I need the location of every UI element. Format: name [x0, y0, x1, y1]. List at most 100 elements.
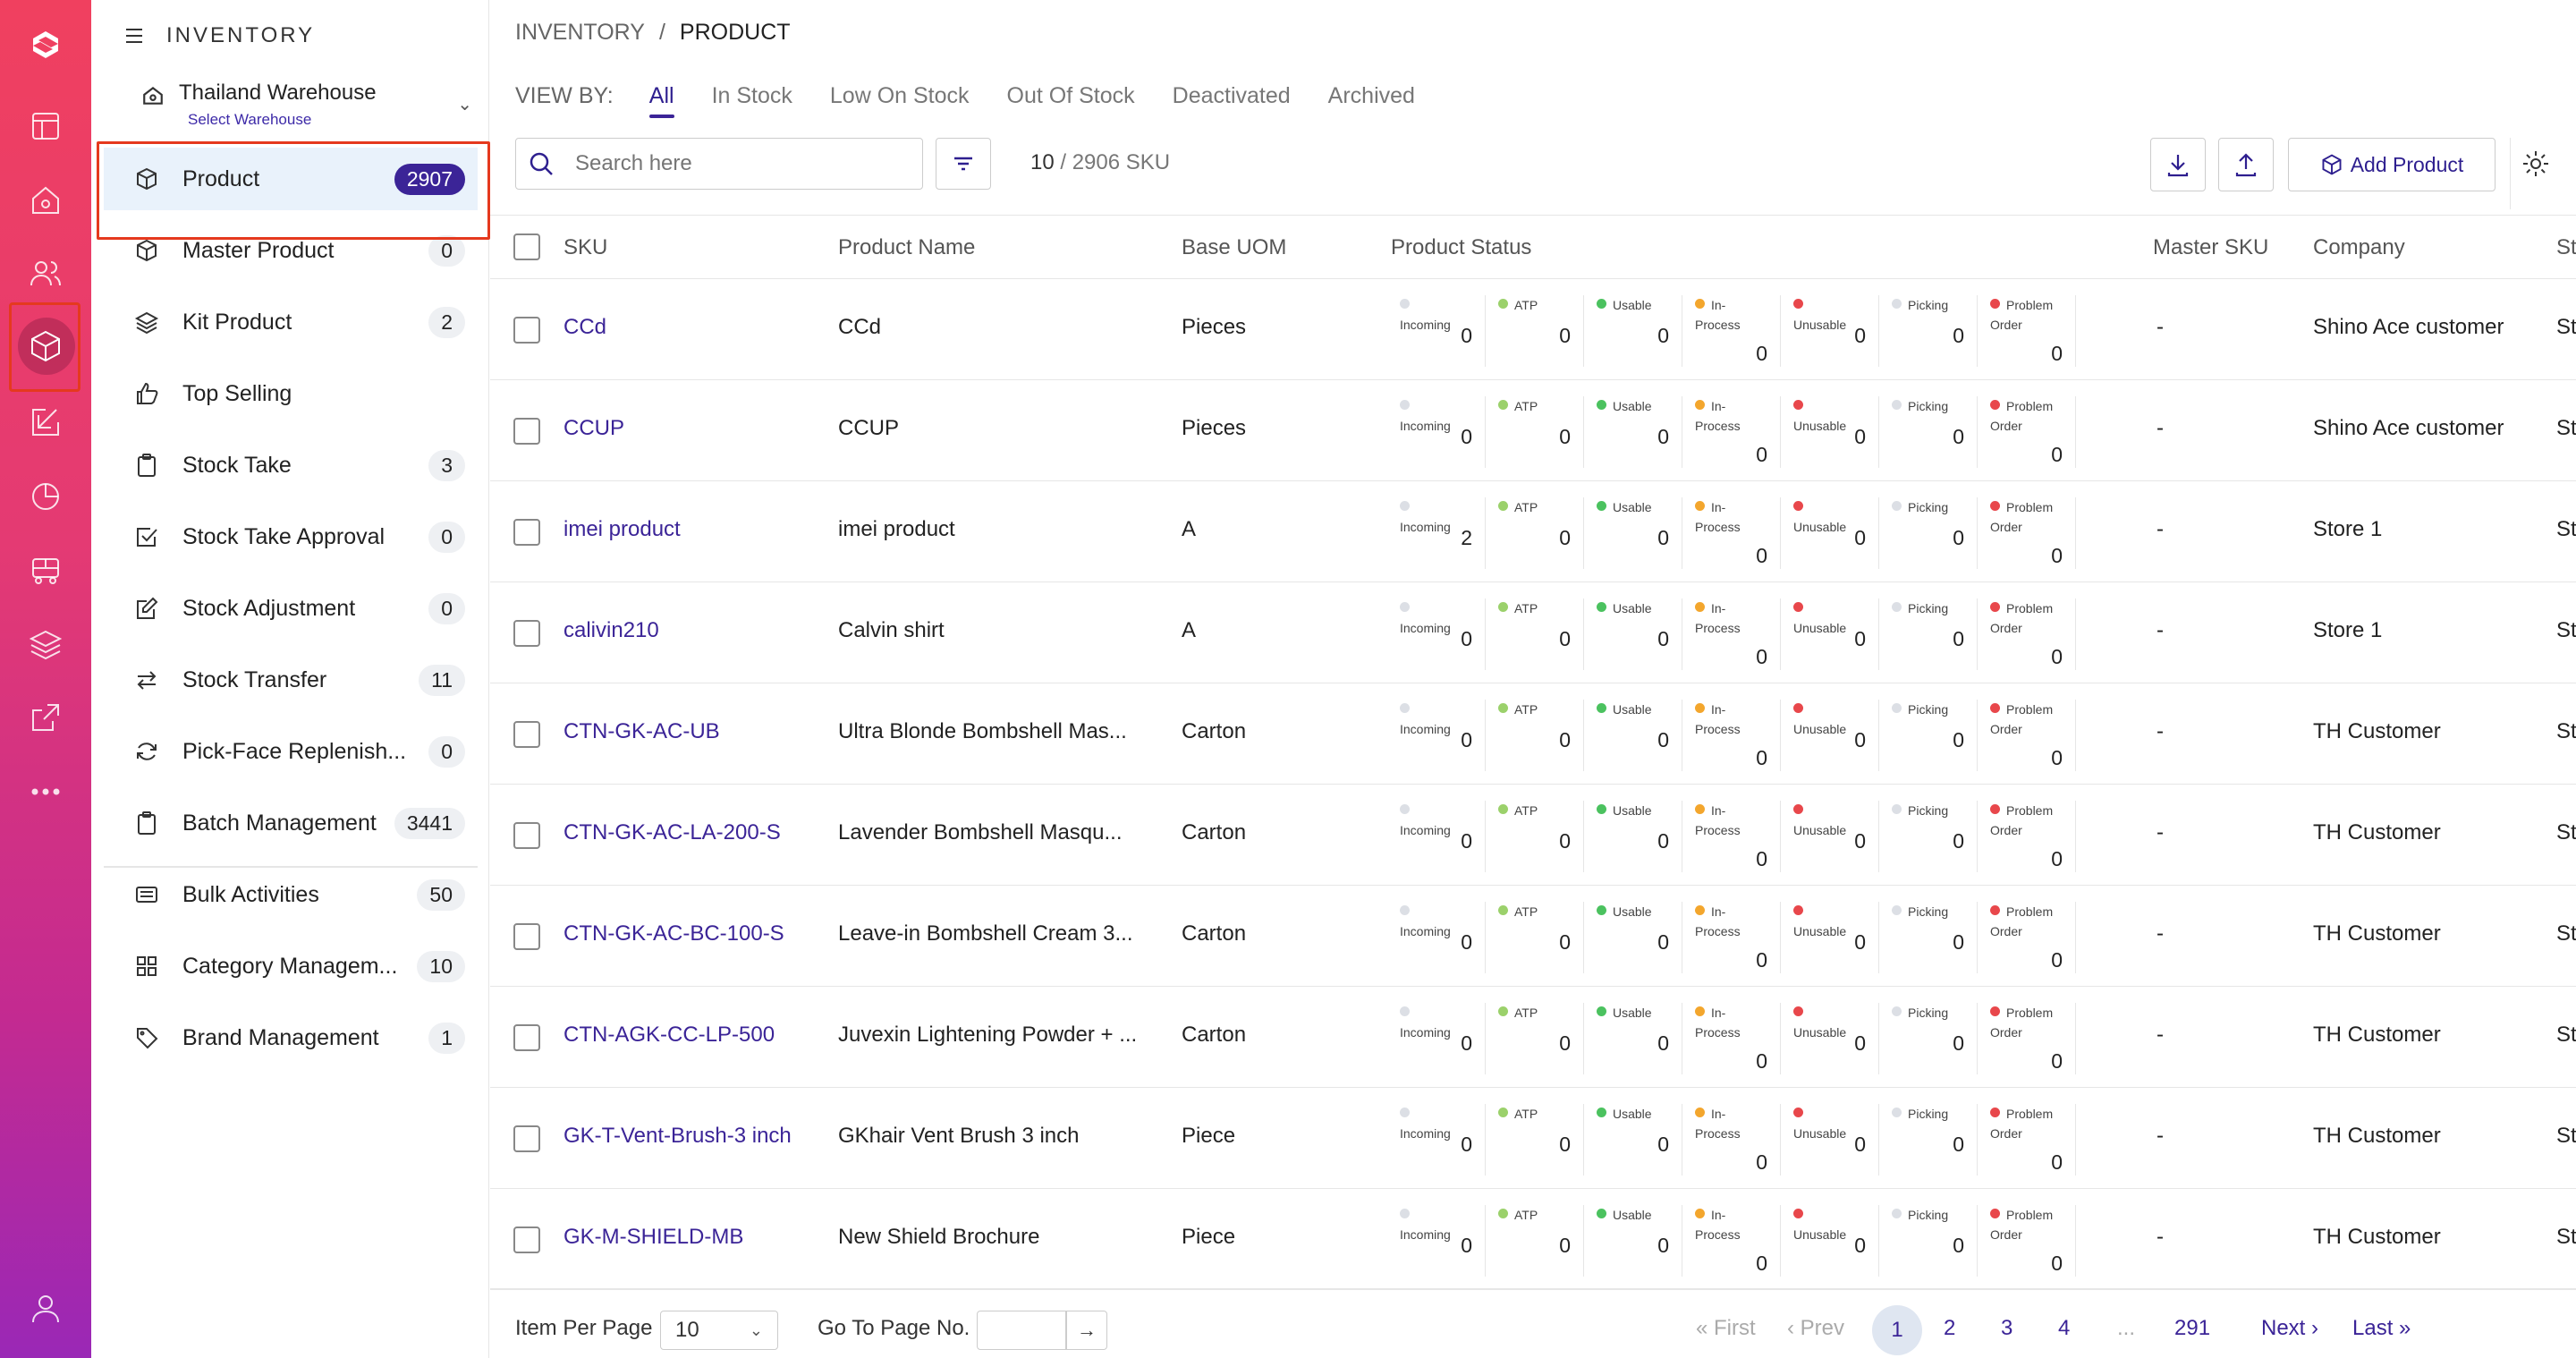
first-page-button[interactable]: « First: [1696, 1316, 1756, 1341]
tab-deactivated[interactable]: Deactivated: [1173, 83, 1291, 118]
table-row[interactable]: CTN-GK-AC-LA-200-S Lavender Bombshell Mas…: [490, 785, 2576, 886]
table-row[interactable]: CTN-AGK-CC-LP-500 Juvexin Lightening Powd…: [490, 987, 2576, 1088]
next-page-button[interactable]: Next ›: [2261, 1316, 2318, 1341]
sku-link[interactable]: CTN-AGK-CC-LP-500: [564, 1023, 823, 1048]
upload-button[interactable]: [2218, 138, 2274, 191]
external-link-icon[interactable]: [21, 693, 70, 742]
profile-icon[interactable]: [21, 1284, 70, 1332]
row-checkbox[interactable]: [513, 519, 540, 546]
master-sku: -: [2157, 416, 2164, 440]
filter-button[interactable]: [936, 138, 991, 190]
menu-icon[interactable]: [123, 25, 145, 47]
status-value: 0: [2051, 645, 2063, 668]
tab-low-on-stock[interactable]: Low On Stock: [830, 83, 970, 118]
col-more[interactable]: St: [2556, 235, 2576, 260]
sidebar-item-batch-management[interactable]: Batch Management 3441: [104, 792, 478, 854]
tab-in-stock[interactable]: In Stock: [712, 83, 792, 118]
status-unusable: Unusable 0: [1784, 1003, 1879, 1074]
last-page-number-button[interactable]: 291: [2174, 1316, 2210, 1341]
sidebar-item-stock-transfer[interactable]: Stock Transfer 11: [104, 649, 478, 711]
chevron-down-icon: ⌄: [457, 95, 472, 115]
status-dot: [1990, 400, 2000, 410]
sku-link[interactable]: imei product: [564, 517, 823, 542]
sku-link[interactable]: CCd: [564, 315, 823, 340]
report-pie-icon[interactable]: [21, 472, 70, 521]
sku-link[interactable]: GK-T-Vent-Brush-3 inch: [564, 1124, 823, 1149]
dashboard-icon[interactable]: [21, 102, 70, 150]
more-dots-icon[interactable]: [21, 768, 70, 816]
layers-icon[interactable]: [21, 620, 70, 668]
status-label-text: Unusable: [1793, 318, 1847, 332]
app-logo-icon[interactable]: [21, 20, 70, 68]
sidebar-item-top-selling[interactable]: Top Selling: [104, 362, 478, 425]
tab-out-of-stock[interactable]: Out Of Stock: [1007, 83, 1135, 118]
tab-all[interactable]: All: [648, 83, 674, 118]
status-atp: ATP 0: [1489, 396, 1584, 468]
col-company[interactable]: Company: [2313, 235, 2405, 260]
row-checkbox[interactable]: [513, 317, 540, 344]
row-checkbox[interactable]: [513, 1125, 540, 1152]
settings-button[interactable]: [2521, 149, 2551, 183]
table-row[interactable]: CTN-GK-AC-UB Ultra Blonde Bombshell Mas..…: [490, 683, 2576, 785]
add-product-button[interactable]: Add Product: [2288, 138, 2496, 191]
sku-link[interactable]: calivin210: [564, 618, 823, 643]
sidebar-item-bulk-activities[interactable]: Bulk Activities 50: [104, 863, 478, 926]
status-dot: [1695, 1108, 1705, 1117]
col-product-name[interactable]: Product Name: [838, 235, 975, 260]
status-label: Usable: [1597, 295, 1661, 315]
col-base-uom[interactable]: Base UOM: [1182, 235, 1286, 260]
row-checkbox[interactable]: [513, 721, 540, 748]
sidebar-item-brand-management[interactable]: Brand Management 1: [104, 1006, 478, 1069]
items-per-page-select[interactable]: 10 ⌄: [660, 1311, 778, 1350]
page-3-button[interactable]: 3: [2001, 1316, 2012, 1341]
row-checkbox[interactable]: [513, 1226, 540, 1253]
prev-page-button[interactable]: ‹ Prev: [1787, 1316, 1844, 1341]
go-to-page-input[interactable]: [977, 1311, 1066, 1350]
sku-link[interactable]: CTN-GK-AC-LA-200-S: [564, 820, 823, 845]
sku-link[interactable]: CCUP: [564, 416, 823, 441]
truck-icon[interactable]: [21, 546, 70, 594]
sku-link[interactable]: CTN-GK-AC-BC-100-S: [564, 921, 823, 946]
sidebar-item-pick-face-replenish[interactable]: Pick-Face Replenish... 0: [104, 720, 478, 783]
table-row[interactable]: imei product imei product A Incoming 2 ATP 0 Us…: [490, 481, 2576, 582]
warehouse-selector[interactable]: Thailand Warehouse Select Warehouse ⌄: [141, 81, 472, 134]
row-checkbox[interactable]: [513, 620, 540, 647]
tab-archived[interactable]: Archived: [1328, 83, 1415, 118]
col-sku[interactable]: SKU: [564, 235, 607, 260]
sidebar-item-kit-product[interactable]: Kit Product 2: [104, 291, 478, 353]
search-input[interactable]: [575, 151, 915, 176]
row-checkbox[interactable]: [513, 923, 540, 950]
warehouse-sub: Select Warehouse: [188, 111, 312, 128]
download-button[interactable]: [2150, 138, 2206, 191]
go-to-page-button[interactable]: →: [1066, 1311, 1107, 1350]
status-dot: [1400, 400, 1410, 410]
table-row[interactable]: CCUP CCUP Pieces Incoming 0 ATP 0 Usable 0 In-Pro…: [490, 380, 2576, 481]
sidebar-item-stock-adjustment[interactable]: Stock Adjustment 0: [104, 577, 478, 640]
page-2-button[interactable]: 2: [1944, 1316, 1955, 1341]
inbound-icon[interactable]: [21, 398, 70, 446]
breadcrumb-root[interactable]: INVENTORY: [515, 20, 645, 46]
page-4-button[interactable]: 4: [2058, 1316, 2070, 1341]
sidebar-item-stock-take[interactable]: Stock Take 3: [104, 434, 478, 497]
select-all-checkbox[interactable]: [513, 233, 540, 260]
row-checkbox[interactable]: [513, 822, 540, 849]
table-row[interactable]: CTN-GK-AC-BC-100-S Leave-in Bombshell Cre…: [490, 886, 2576, 987]
product-name: Lavender Bombshell Masqu...: [838, 820, 1123, 845]
sidebar-item-stock-take-approval[interactable]: Stock Take Approval 0: [104, 505, 478, 568]
home-icon[interactable]: [21, 176, 70, 225]
table-row[interactable]: CCd CCd Pieces Incoming 0 ATP 0 Usable 0 In-Proce…: [490, 279, 2576, 380]
table-row[interactable]: GK-T-Vent-Brush-3 inch GKhair Vent Brush …: [490, 1088, 2576, 1189]
sidebar-item-category-managem[interactable]: Category Managem... 10: [104, 935, 478, 997]
page-1-button[interactable]: 1: [1872, 1305, 1922, 1355]
row-checkbox[interactable]: [513, 418, 540, 445]
table-row[interactable]: GK-M-SHIELD-MB New Shield Brochure Piece In…: [490, 1189, 2576, 1290]
col-master-sku[interactable]: Master SKU: [2153, 235, 2268, 260]
users-icon[interactable]: [21, 249, 70, 297]
sku-link[interactable]: CTN-GK-AC-UB: [564, 719, 823, 744]
sku-link[interactable]: GK-M-SHIELD-MB: [564, 1225, 823, 1250]
last-page-button[interactable]: Last »: [2352, 1316, 2411, 1341]
status-value: 0: [1953, 930, 1964, 954]
table-row[interactable]: calivin210 Calvin shirt A Incoming 0 ATP 0 Usab…: [490, 582, 2576, 683]
row-checkbox[interactable]: [513, 1024, 540, 1051]
status-value: 0: [1953, 829, 1964, 853]
